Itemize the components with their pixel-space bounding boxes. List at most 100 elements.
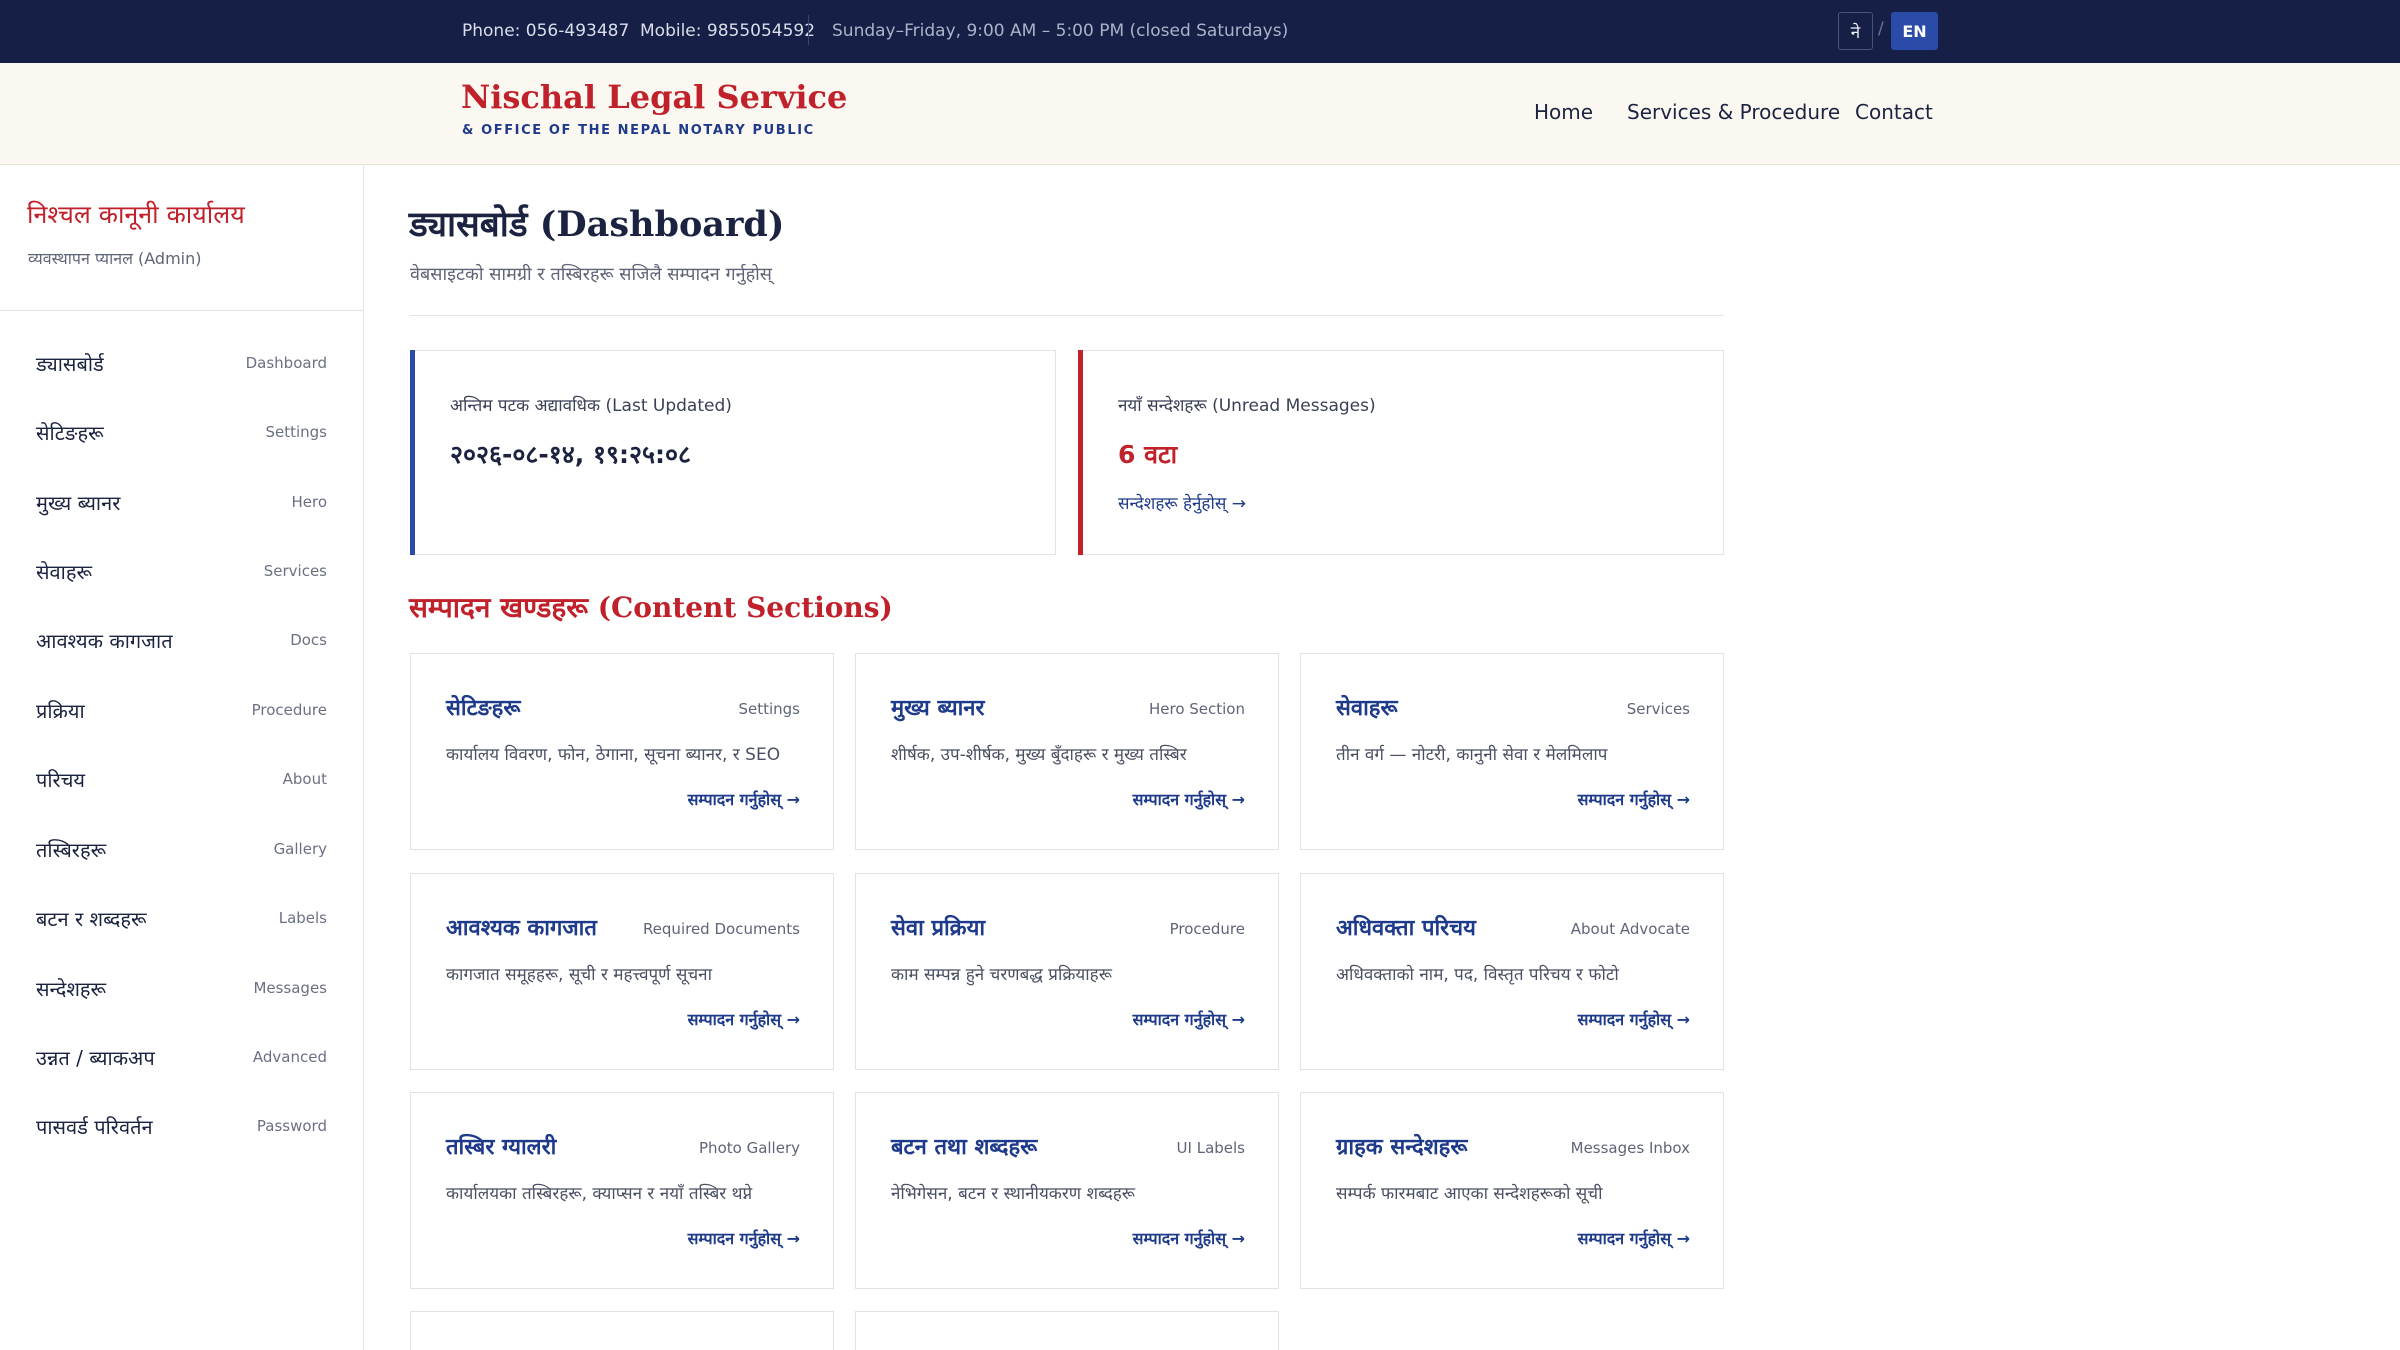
page-subtitle: वेबसाइटको सामग्री र तस्बिरहरू सजिलै सम्प… (410, 264, 772, 285)
stat-accent-bar (410, 350, 415, 555)
sidebar-item-labels[interactable]: बटन र शब्दहरू Labels (0, 885, 363, 954)
view-messages-link[interactable]: सन्देशहरू हेर्नुहोस् → (1118, 491, 1246, 514)
sidebar-item-label: पासवर्ड परिवर्तन (36, 1115, 153, 1139)
sidebar-item-label: परिचय (36, 768, 86, 792)
stat-label: नयाँ सन्देशहरू (Unread Messages) (1118, 396, 1376, 416)
sidebar-item-label: ड्यासबोर्ड (36, 352, 104, 376)
nav-home[interactable]: Home (1534, 100, 1593, 124)
sidebar-item-label: बटन र शब्दहरू (36, 907, 147, 931)
card-english-label: About Advocate (1570, 920, 1690, 938)
section-card-required-documents[interactable]: आवश्यक कागजात Required Documents कागजात … (410, 873, 834, 1070)
sidebar-item-sublabel: Services (263, 562, 327, 580)
card-english-label: Settings (738, 700, 800, 718)
office-hours: Sunday–Friday, 9:00 AM – 5:00 PM (closed… (832, 21, 1289, 41)
admin-sidebar: निश्चल कानूनी कार्यालय व्यवस्थापन प्यानल… (0, 165, 364, 1350)
section-card-services[interactable]: सेवाहरू Services तीन वर्ग — नोटरी, कानुन… (1300, 653, 1724, 850)
site-logo-title[interactable]: Nischal Legal Service (461, 78, 847, 116)
sidebar-item-docs[interactable]: आवश्यक कागजात Docs (0, 607, 363, 676)
sidebar-item-sublabel: Docs (290, 631, 327, 649)
sidebar-item-settings[interactable]: सेटिङहरू Settings (0, 399, 363, 468)
sidebar-item-label: मुख्य ब्यानर (36, 491, 121, 515)
stat-value: 6 वटा (1118, 440, 1178, 469)
sidebar-item-services[interactable]: सेवाहरू Services (0, 538, 363, 607)
sidebar-item-hero[interactable]: मुख्य ब्यानर Hero (0, 469, 363, 538)
card-title: सेवा प्रक्रिया (891, 916, 986, 941)
card-title: मुख्य ब्यानर (891, 696, 985, 721)
sidebar-item-sublabel: Labels (278, 909, 327, 927)
stat-accent-bar (1078, 350, 1083, 555)
stat-value: २०२६-०८-१४, १९:२५:०८ (450, 440, 691, 469)
stat-card-last-updated: अन्तिम पटक अद्यावधिक (Last Updated) २०२६… (410, 350, 1056, 555)
card-edit-link[interactable]: सम्पादन गर्नुहोस् → (1133, 1227, 1245, 1249)
card-english-label: Hero Section (1148, 700, 1245, 718)
card-title: ग्राहक सन्देशहरू (1336, 1135, 1468, 1160)
sidebar-item-sublabel: Settings (265, 423, 327, 441)
nav-contact[interactable]: Contact (1855, 100, 1933, 124)
card-edit-link[interactable]: सम्पादन गर्नुहोस् → (688, 788, 800, 810)
language-nepali-button[interactable]: ने (1838, 12, 1873, 50)
card-description: अधिवक्ताको नाम, पद, विस्तृत परिचय र फोटो (1336, 965, 1619, 985)
phone-number: Phone: 056-493487 (462, 21, 630, 41)
section-card-partial[interactable] (410, 1311, 834, 1350)
section-card-hero[interactable]: मुख्य ब्यानर Hero Section शीर्षक, उप-शीर… (855, 653, 1279, 850)
sidebar-item-label: उन्नत / ब्याकअप (36, 1046, 155, 1070)
card-edit-link[interactable]: सम्पादन गर्नुहोस् → (1578, 1008, 1690, 1030)
card-edit-link[interactable]: सम्पादन गर्नुहोस् → (1133, 1008, 1245, 1030)
section-card-procedure[interactable]: सेवा प्रक्रिया Procedure काम सम्पन्न हुन… (855, 873, 1279, 1070)
card-title: आवश्यक कागजात (446, 916, 597, 941)
card-edit-link[interactable]: सम्पादन गर्नुहोस् → (688, 1008, 800, 1030)
card-edit-link[interactable]: सम्पादन गर्नुहोस् → (1578, 788, 1690, 810)
section-card-messages-inbox[interactable]: ग्राहक सन्देशहरू Messages Inbox सम्पर्क … (1300, 1092, 1724, 1289)
sidebar-item-label: प्रक्रिया (36, 699, 85, 723)
language-separator: / (1878, 19, 1884, 39)
card-english-label: Procedure (1169, 920, 1245, 938)
sidebar-item-sublabel: Dashboard (245, 354, 327, 372)
card-edit-link[interactable]: सम्पादन गर्नुहोस् → (688, 1227, 800, 1249)
sidebar-item-procedure[interactable]: प्रक्रिया Procedure (0, 677, 363, 746)
card-english-label: Services (1626, 700, 1690, 718)
sidebar-item-label: आवश्यक कागजात (36, 629, 173, 653)
card-english-label: Messages Inbox (1570, 1139, 1690, 1157)
sidebar-item-messages[interactable]: सन्देशहरू Messages (0, 955, 363, 1024)
card-english-label: Photo Gallery (699, 1139, 800, 1157)
stat-label: अन्तिम पटक अद्यावधिक (Last Updated) (450, 396, 732, 416)
sidebar-item-sublabel: Hero (291, 493, 327, 511)
card-description: शीर्षक, उप-शीर्षक, मुख्य बुँदाहरू र मुख्… (891, 745, 1187, 765)
card-description: तीन वर्ग — नोटरी, कानुनी सेवा र मेलमिलाप (1336, 745, 1608, 765)
sidebar-item-label: सन्देशहरू (36, 977, 107, 1001)
card-edit-link[interactable]: सम्पादन गर्नुहोस् → (1578, 1227, 1690, 1249)
card-title: अधिवक्ता परिचय (1336, 916, 1476, 941)
sidebar-item-advanced[interactable]: उन्नत / ब्याकअप Advanced (0, 1024, 363, 1093)
top-info-bar: Phone: 056-493487 Mobile: 9855054592 Sun… (0, 0, 2400, 63)
sidebar-subtitle: व्यवस्थापन प्यानल (Admin) (28, 249, 202, 268)
sidebar-item-dashboard[interactable]: ड्यासबोर्ड Dashboard (0, 330, 363, 399)
section-card-photo-gallery[interactable]: तस्बिर ग्यालरी Photo Gallery कार्यालयका … (410, 1092, 834, 1289)
sidebar-item-sublabel: About (282, 770, 327, 788)
card-description: सम्पर्क फारमबाट आएका सन्देशहरूको सूची (1336, 1184, 1603, 1204)
section-card-partial[interactable] (855, 1311, 1279, 1350)
card-title: सेवाहरू (1336, 696, 1398, 721)
sidebar-item-sublabel: Password (256, 1117, 327, 1135)
card-description: कार्यालयका तस्बिरहरू, क्याप्सन र नयाँ तस… (446, 1184, 753, 1204)
site-logo-subtitle: & OFFICE OF THE NEPAL NOTARY PUBLIC (462, 123, 815, 138)
nav-services-procedure[interactable]: Services & Procedure (1627, 100, 1840, 124)
card-english-label: UI Labels (1176, 1139, 1245, 1157)
sidebar-item-password[interactable]: पासवर्ड परिवर्तन Password (0, 1093, 363, 1162)
sidebar-item-sublabel: Messages (253, 979, 327, 997)
topbar-divider (808, 15, 809, 45)
section-card-settings[interactable]: सेटिङहरू Settings कार्यालय विवरण, फोन, ठ… (410, 653, 834, 850)
sidebar-item-about[interactable]: परिचय About (0, 746, 363, 815)
sidebar-item-label: तस्बिरहरू (36, 838, 107, 862)
language-english-button[interactable]: EN (1891, 12, 1938, 50)
card-description: काम सम्पन्न हुने चरणबद्ध प्रक्रियाहरू (891, 965, 1112, 985)
sidebar-item-label: सेवाहरू (36, 560, 92, 584)
section-title: सम्पादन खण्डहरू (Content Sections) (409, 591, 893, 624)
mobile-number: Mobile: 9855054592 (640, 21, 816, 41)
card-description: नेभिगेसन, बटन र स्थानीयकरण शब्दहरू (891, 1184, 1135, 1204)
card-description: कार्यालय विवरण, फोन, ठेगाना, सूचना ब्यान… (446, 745, 781, 765)
section-card-about-advocate[interactable]: अधिवक्ता परिचय About Advocate अधिवक्ताको… (1300, 873, 1724, 1070)
card-edit-link[interactable]: सम्पादन गर्नुहोस् → (1133, 788, 1245, 810)
section-card-ui-labels[interactable]: बटन तथा शब्दहरू UI Labels नेभिगेसन, बटन … (855, 1092, 1279, 1289)
sidebar-item-gallery[interactable]: तस्बिरहरू Gallery (0, 816, 363, 885)
stat-card-unread-messages: नयाँ सन्देशहरू (Unread Messages) 6 वटा स… (1078, 350, 1724, 555)
